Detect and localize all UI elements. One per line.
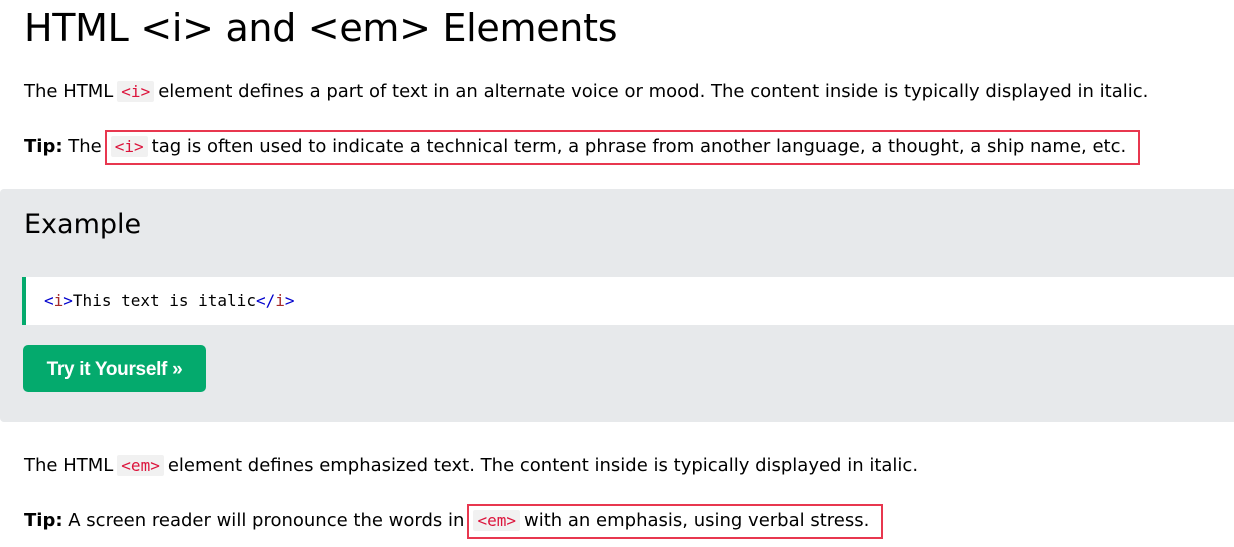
page-title: HTML <i> and <em> Elements [24, 6, 618, 50]
em-tip-paragraph: Tip: A screen reader will pronounce the … [24, 504, 884, 539]
i-intro-paragraph: The HTML <i> element defines a part of tex… [24, 78, 1148, 106]
code-open-lt: < [44, 291, 54, 310]
try-it-yourself-button[interactable]: Try it Yourself » [23, 345, 206, 392]
i-tip-after: tag is often used to indicate a technica… [151, 136, 1127, 157]
em-tip-before: A screen reader will pronounce the words… [68, 510, 465, 531]
i-tip-before: The [68, 136, 102, 157]
i-tag-code: <i> [117, 81, 155, 102]
code-close-lt: </ [255, 291, 276, 310]
em-tip-after: with an emphasis, using verbal stress. [523, 510, 870, 531]
tip-label: Tip: [24, 136, 63, 157]
code-open-tag-name: i [53, 291, 64, 310]
i-intro-after: element defines a part of text in an alt… [158, 81, 1149, 102]
code-close-gt: > [284, 291, 295, 310]
example-code-block: <i>This text is italic</i> [22, 277, 1234, 325]
i-tip-paragraph: Tip: The <i> tag is often used to indicate… [24, 130, 1141, 165]
em-tag-code: <em> [117, 455, 164, 476]
em-tip-highlight: <em> with an emphasis, using verbal stres… [467, 504, 884, 539]
i-tip-highlight: <i> tag is often used to indicate a techn… [104, 130, 1141, 165]
i-intro-before: The HTML [24, 81, 114, 102]
code-open-gt: > [63, 291, 73, 310]
em-intro-before: The HTML [24, 455, 114, 476]
code-close-tag-name: i [275, 291, 285, 310]
em-intro-after: element defines emphasized text. The con… [167, 455, 919, 476]
example-title: Example [24, 209, 142, 240]
i-tip-tag-code: <i> [110, 136, 148, 157]
example-panel: Example <i>This text is italic</i> Try i… [0, 189, 1234, 422]
tutorial-page: HTML <i> and <em> Elements The HTML <i> el… [0, 0, 1234, 547]
code-text: This text is italic [72, 291, 256, 310]
tip-label: Tip: [24, 510, 63, 531]
em-intro-paragraph: The HTML <em> element defines emphasized t… [24, 452, 918, 480]
em-tip-tag-code: <em> [473, 510, 520, 531]
